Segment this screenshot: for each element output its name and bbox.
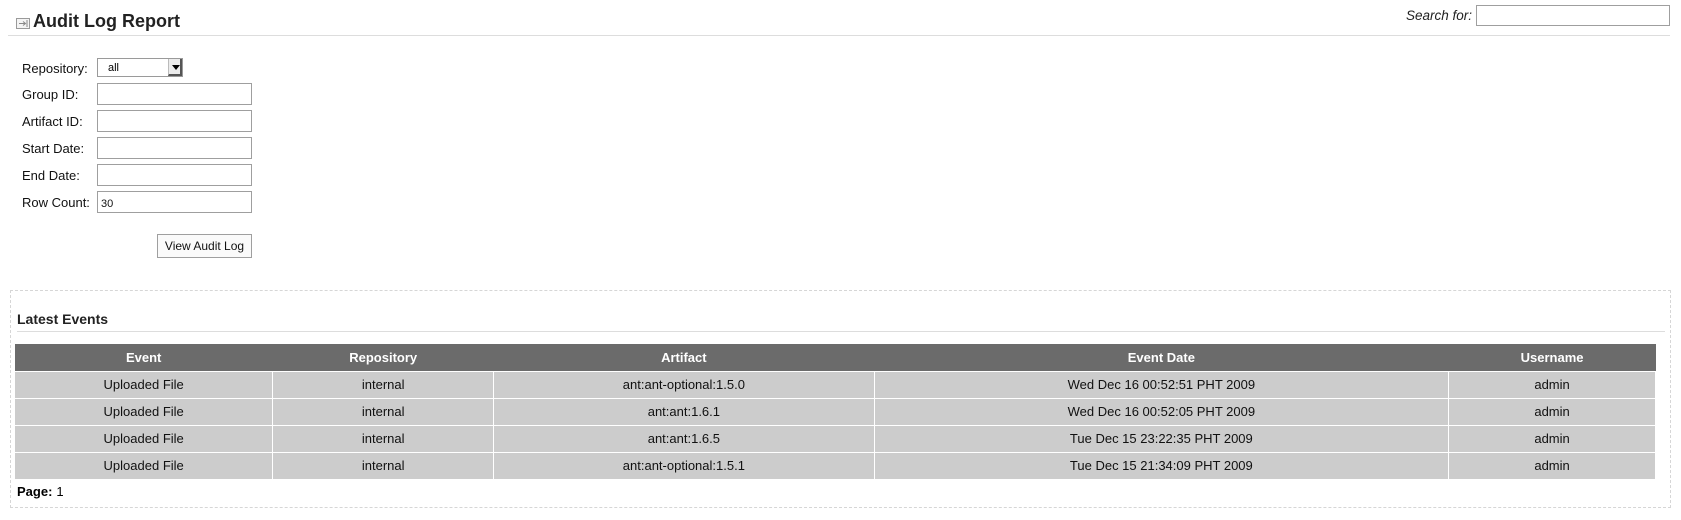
cell-event-date: Tue Dec 15 21:34:09 PHT 2009 [873,451,1450,480]
cell-event: Uploaded File [13,397,274,426]
repository-select-value: all [108,62,120,74]
cell-event-date: Tue Dec 15 23:22:35 PHT 2009 [873,424,1450,453]
row-count-input[interactable] [97,191,252,213]
cell-repository: internal [272,424,495,453]
column-header-username: Username [1448,344,1656,371]
cell-artifact: ant:ant-optional:1.5.1 [493,451,875,480]
start-date-label: Start Date: [22,141,85,156]
artifact-id-label: Artifact ID: [22,114,83,129]
latest-events-title: Latest Events [17,311,109,327]
group-id-label: Group ID: [22,87,79,102]
cell-artifact: ant:ant-optional:1.5.0 [493,370,875,399]
column-header-event: Event [14,344,273,371]
cell-username: admin [1448,397,1656,426]
section-divider [17,331,1665,332]
end-date-label: End Date: [22,168,80,183]
column-header-event-date: Event Date [874,344,1449,371]
table-row: Uploaded File internal ant:ant:1.6.1 Wed… [13,397,1656,426]
group-id-row: Group ID: [22,83,262,105]
start-date-row: Start Date: [22,137,262,159]
row-count-label: Row Count: [22,195,90,210]
events-table: Event Repository Artifact Event Date Use… [13,344,1656,480]
view-audit-log-button[interactable]: View Audit Log [157,234,252,258]
cell-repository: internal [272,397,495,426]
column-header-repository: Repository [272,344,494,371]
table-row: Uploaded File internal ant:ant:1.6.5 Tue… [13,424,1656,453]
column-header-artifact: Artifact [493,344,875,371]
collapse-toggle-icon[interactable] [16,18,30,29]
dropdown-arrow-icon[interactable] [168,59,182,76]
pager: Page: 1 [17,484,64,499]
cell-username: admin [1448,451,1656,480]
artifact-id-input[interactable] [97,110,252,132]
cell-username: admin [1448,370,1656,399]
group-id-input[interactable] [97,83,252,105]
table-row: Uploaded File internal ant:ant-optional:… [13,370,1656,399]
search-label: Search for: [1405,8,1472,23]
cell-event-date: Wed Dec 16 00:52:51 PHT 2009 [873,370,1450,399]
cell-artifact: ant:ant:1.6.5 [493,424,875,453]
cell-event: Uploaded File [13,451,274,480]
page-number-link[interactable]: 1 [56,484,63,499]
cell-event: Uploaded File [13,424,274,453]
page-label: Page: [17,484,53,499]
cell-username: admin [1448,424,1656,453]
cell-event: Uploaded File [13,370,274,399]
table-header-row: Event Repository Artifact Event Date Use… [14,344,1656,371]
end-date-row: End Date: [22,164,262,186]
page-header: Audit Log Report Search for: [8,5,1670,36]
start-date-input[interactable] [97,137,252,159]
latest-events-panel: Latest Events Event Repository Artifact … [10,290,1671,508]
cell-repository: internal [272,370,495,399]
artifact-id-row: Artifact ID: [22,110,262,132]
search-input[interactable] [1476,5,1670,26]
row-count-row: Row Count: [22,191,262,213]
end-date-input[interactable] [97,164,252,186]
table-row: Uploaded File internal ant:ant-optional:… [13,451,1656,480]
cell-repository: internal [272,451,495,480]
cell-event-date: Wed Dec 16 00:52:05 PHT 2009 [873,397,1450,426]
page-title: Audit Log Report [33,11,180,31]
repository-select[interactable]: all [97,58,183,77]
search-box: Search for: [1406,5,1670,26]
cell-artifact: ant:ant:1.6.1 [493,397,875,426]
repository-row: Repository: all [22,57,262,79]
title-wrap: Audit Log Report [16,11,180,32]
repository-label: Repository: [22,61,88,76]
